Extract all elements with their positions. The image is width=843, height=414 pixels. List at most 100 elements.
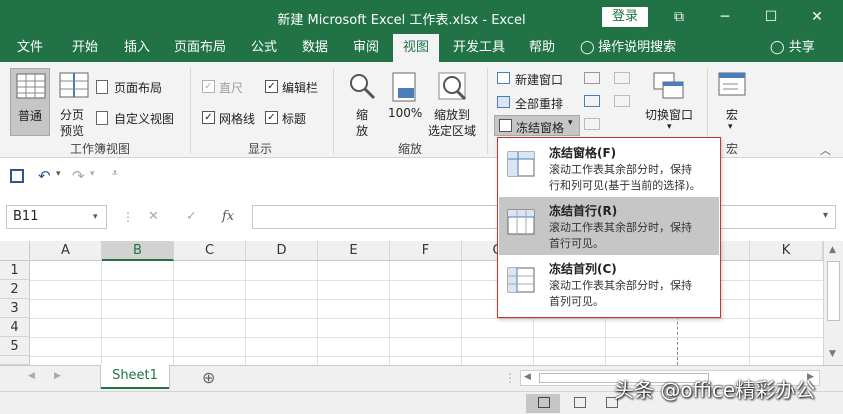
name-box[interactable]: B11 ▾ [6, 205, 107, 229]
close-button[interactable]: ✕ [794, 0, 840, 34]
add-sheet-icon[interactable]: ⊕ [202, 368, 215, 387]
ribbon-display-icon[interactable]: ⧉ [656, 0, 702, 34]
column-header[interactable]: F [390, 241, 462, 261]
row-header[interactable]: 4 [0, 318, 30, 337]
scroll-left-icon[interactable]: ◀ [524, 372, 531, 382]
switch-windows-label: 切换窗口 [645, 108, 694, 122]
save-icon[interactable] [10, 169, 24, 183]
insert-function-icon[interactable]: fx [222, 209, 234, 224]
ruler-checkbox[interactable]: ✓ [202, 80, 215, 93]
gridline [30, 356, 823, 357]
sheet-tab[interactable]: Sheet1 [101, 365, 169, 389]
gridlines-checkbox[interactable]: ✓ [202, 111, 215, 124]
scroll-thumb[interactable] [827, 261, 840, 321]
page-layout-button[interactable]: 页面布局 [96, 78, 176, 96]
column-header[interactable]: D [246, 241, 318, 261]
freeze-panes-option[interactable]: 冻结窗格(F) 滚动工作表其余部分时，保持 行和列可见(基于当前的选择)。 [499, 139, 719, 197]
tab-data[interactable]: 数据 [293, 34, 337, 62]
arrange-all-button[interactable]: 全部重排 [497, 94, 569, 112]
tab-review[interactable]: 审阅 [344, 34, 388, 62]
enter-icon[interactable]: ✓ [186, 209, 197, 224]
gridline [245, 261, 246, 365]
formula-bar-checkbox[interactable]: ✓ [265, 80, 278, 93]
row-header[interactable]: 5 [0, 337, 30, 356]
zoom-button[interactable]: 缩 放 [344, 70, 380, 138]
collapse-ribbon-icon[interactable]: ︿ [820, 142, 831, 158]
zoom-group-label: 缩放 [397, 142, 422, 156]
split-icon[interactable] [584, 72, 600, 84]
freeze-top-row-option[interactable]: 冻结首行(R) 滚动工作表其余部分时，保持 首行可见。 [499, 197, 719, 255]
prev-sheet-icon[interactable]: ◀ [28, 371, 35, 381]
column-header[interactable]: A [30, 241, 102, 261]
select-all-corner[interactable] [0, 241, 30, 261]
zoom-100-icon [392, 72, 416, 102]
tab-view[interactable]: 视图 [393, 34, 439, 62]
page-break-label-1: 分页 [60, 108, 85, 122]
menu-item-desc-line: 行和列可见(基于当前的选择)。 [549, 179, 701, 192]
workbook-views-group-label: 工作簿视图 [69, 142, 130, 156]
menu-item-desc-line: 首列可见。 [549, 295, 604, 308]
tab-formulas[interactable]: 公式 [242, 34, 286, 62]
menu-item-desc: 滚动工作表其余部分时，保持 首行可见。 [549, 220, 714, 252]
tab-insert[interactable]: 插入 [115, 34, 159, 62]
scroll-up-icon[interactable]: ▲ [829, 245, 836, 255]
menu-item-desc-line: 滚动工作表其余部分时，保持 [549, 163, 692, 176]
next-sheet-icon[interactable]: ▶ [54, 371, 61, 381]
redo-dropdown-icon[interactable]: ▾ [90, 169, 95, 179]
tab-file[interactable]: 文件 [8, 34, 52, 62]
maximize-button[interactable]: ☐ [748, 0, 794, 34]
minimize-button[interactable]: ─ [702, 0, 748, 34]
ribbon-tabs: 文件 开始 插入 页面布局 公式 数据 审阅 视图 开发工具 帮助 ◯ 操作说明… [0, 34, 843, 62]
share-button[interactable]: ◯ 共享 [770, 34, 815, 62]
menu-item-title: 冻结首列(C) [549, 262, 617, 276]
freeze-first-column-option[interactable]: 冻结首列(C) 滚动工作表其余部分时，保持 首列可见。 [499, 255, 719, 313]
tab-developer[interactable]: 开发工具 [446, 34, 512, 62]
cancel-icon[interactable]: ✕ [148, 209, 159, 224]
undo-dropdown-icon[interactable]: ▾ [56, 169, 61, 179]
tab-help[interactable]: 帮助 [520, 34, 564, 62]
unhide-icon[interactable] [584, 118, 600, 130]
tab-tell-me[interactable]: ◯ 操作说明搜索 [580, 34, 690, 62]
tab-home[interactable]: 开始 [62, 34, 108, 62]
new-window-label: 新建窗口 [515, 73, 564, 87]
row-header[interactable] [0, 356, 30, 365]
row-header[interactable]: 2 [0, 280, 30, 299]
gridline [389, 261, 390, 365]
chevron-down-icon: ▾ [93, 212, 98, 222]
column-header[interactable]: C [174, 241, 246, 261]
magnifier-icon [350, 74, 376, 100]
undo-icon[interactable]: ↶ [38, 167, 51, 185]
more-icon: ⋮ [122, 210, 134, 224]
side-by-side-icon[interactable] [614, 72, 630, 84]
freeze-panes-menu: 冻结窗格(F) 滚动工作表其余部分时，保持 行和列可见(基于当前的选择)。 冻结… [497, 137, 721, 318]
scroll-down-icon[interactable]: ▼ [829, 349, 836, 359]
column-header[interactable]: E [318, 241, 390, 261]
switch-windows-icon [653, 72, 684, 99]
custom-views-button[interactable]: 自定义视图 [96, 109, 182, 127]
freeze-panes-button[interactable]: 冻结窗格 ▾ [494, 115, 580, 136]
zoom-to-selection-button[interactable]: 缩放到 选定区域 [428, 70, 480, 138]
hide-icon[interactable] [584, 95, 600, 107]
arrange-all-label: 全部重排 [515, 97, 564, 111]
redo-icon[interactable]: ↷ [72, 167, 85, 185]
more-icon: ⋮ [504, 371, 516, 385]
sync-scroll-icon[interactable] [614, 95, 630, 107]
column-header[interactable]: K [750, 241, 823, 261]
normal-view-button[interactable]: 普通 [10, 68, 50, 136]
gridline [317, 261, 318, 365]
zoom-100-button[interactable]: 100% [386, 70, 426, 130]
tab-page-layout[interactable]: 页面布局 [168, 34, 232, 62]
customize-qat-icon[interactable]: ⩡ [112, 168, 118, 179]
vertical-scrollbar[interactable]: ▲ ▼ [823, 241, 843, 365]
new-window-button[interactable]: 新建窗口 [497, 70, 569, 88]
column-header[interactable]: B [102, 241, 174, 261]
switch-windows-button[interactable]: 切换窗口 ▾ [641, 70, 699, 138]
row-header[interactable]: 3 [0, 299, 30, 318]
login-button[interactable]: 登录 [602, 7, 648, 27]
headings-checkbox[interactable]: ✓ [265, 111, 278, 124]
page-break-preview-button[interactable]: 分页 预览 [54, 68, 94, 138]
page-layout-status-icon[interactable] [574, 397, 586, 408]
row-header[interactable]: 1 [0, 261, 30, 280]
expand-formula-icon[interactable]: ▾ [823, 210, 828, 221]
macros-button[interactable]: 宏 ▾ [714, 70, 754, 138]
